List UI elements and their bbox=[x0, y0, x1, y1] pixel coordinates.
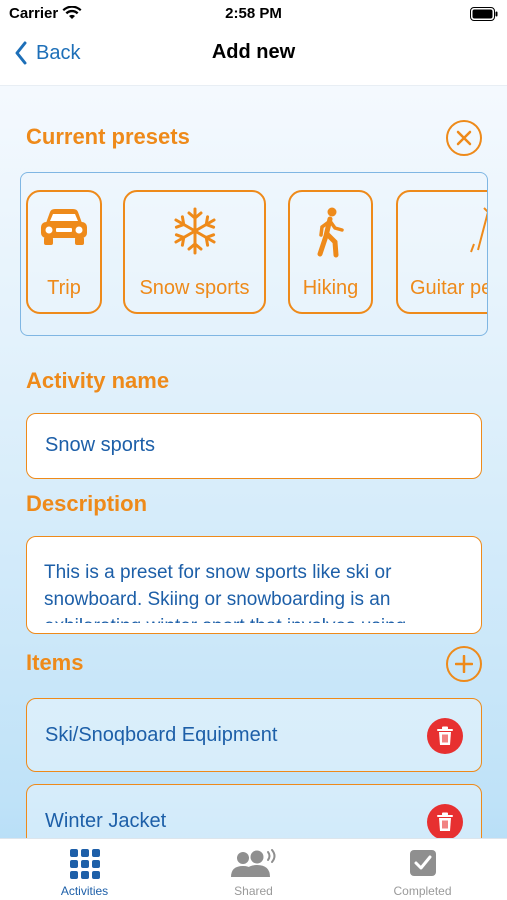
items-title: Items bbox=[26, 650, 84, 675]
close-icon bbox=[456, 130, 472, 146]
preset-label: Snow sports bbox=[139, 277, 250, 299]
navigation-bar: Back Add new bbox=[0, 28, 507, 86]
trash-icon bbox=[437, 812, 453, 831]
list-item[interactable]: Ski/Snoqboard Equipment bbox=[26, 698, 482, 772]
car-icon bbox=[41, 209, 87, 245]
grid-icon bbox=[69, 849, 100, 879]
activity-name-value: Snow sports bbox=[45, 434, 156, 456]
tab-label: Completed bbox=[393, 884, 452, 898]
page-title: Add new bbox=[211, 41, 296, 63]
tab-bar: Activities Shared Completed bbox=[0, 838, 507, 900]
description-value: This is a preset for snow sports like sk… bbox=[44, 562, 406, 623]
plus-icon bbox=[455, 655, 473, 673]
preset-label: Trip bbox=[47, 277, 81, 299]
guitar-icon bbox=[470, 207, 487, 253]
item-label: Winter Jacket bbox=[45, 810, 167, 832]
walking-person-icon bbox=[317, 207, 344, 258]
status-time: 2:58 PM bbox=[225, 5, 282, 22]
preset-card-hiking[interactable]: Hiking bbox=[288, 190, 373, 314]
delete-item-button[interactable] bbox=[427, 718, 463, 754]
battery-icon bbox=[470, 7, 498, 21]
status-bar: Carrier 2:58 PM bbox=[0, 0, 507, 28]
delete-item-button[interactable] bbox=[427, 804, 463, 840]
tab-label: Activities bbox=[60, 884, 109, 898]
description-label: Description bbox=[26, 491, 148, 516]
checkbox-icon bbox=[409, 850, 436, 876]
add-item-button[interactable] bbox=[446, 646, 482, 682]
close-presets-button[interactable] bbox=[446, 120, 482, 156]
activity-name-label: Activity name bbox=[26, 368, 170, 393]
description-field[interactable]: This is a preset for snow sports like sk… bbox=[26, 536, 482, 634]
preset-label: Guitar pe bbox=[410, 277, 488, 299]
tab-label: Shared bbox=[234, 884, 273, 898]
snowflake-icon bbox=[173, 207, 216, 255]
tab-shared[interactable]: Shared bbox=[169, 839, 338, 900]
presets-carousel[interactable]: Trip Snow sports Hiking Guitar pe bbox=[20, 172, 488, 336]
item-label: Ski/Snoqboard Equipment bbox=[45, 724, 278, 746]
people-icon bbox=[230, 849, 275, 877]
preset-card-trip[interactable]: Trip bbox=[26, 190, 102, 314]
preset-label: Hiking bbox=[302, 277, 359, 299]
preset-card-guitar[interactable]: Guitar pe bbox=[396, 190, 488, 314]
trash-icon bbox=[437, 726, 453, 745]
preset-card-snow-sports[interactable]: Snow sports bbox=[123, 190, 266, 314]
tab-completed[interactable]: Completed bbox=[338, 839, 507, 900]
activity-name-field[interactable]: Snow sports bbox=[26, 413, 482, 479]
presets-title: Current presets bbox=[26, 124, 190, 149]
tab-activities[interactable]: Activities bbox=[0, 839, 169, 900]
